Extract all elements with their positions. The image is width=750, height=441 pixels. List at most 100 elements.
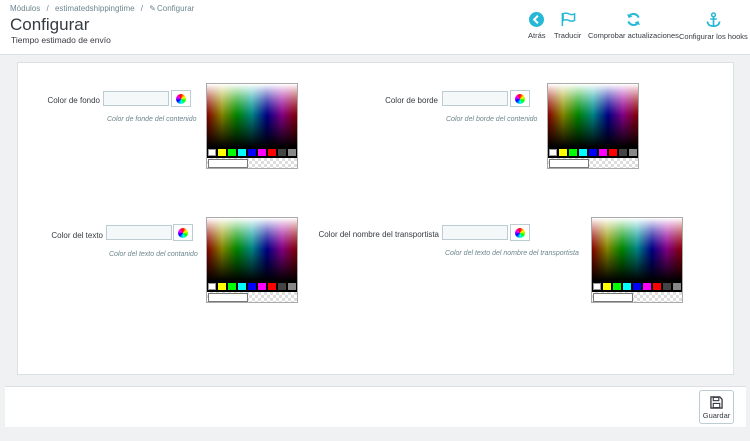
color-gradient[interactable] <box>207 84 297 147</box>
color-preview-box <box>208 293 248 302</box>
color-swatch[interactable] <box>278 283 286 290</box>
color-swatch[interactable] <box>258 149 266 156</box>
carrier-color-input[interactable] <box>442 225 508 240</box>
carrier-color-label: Color del nombre del transportista <box>318 230 439 239</box>
color-swatch[interactable] <box>623 283 631 290</box>
color-gradient[interactable] <box>548 84 638 147</box>
anchor-icon <box>706 12 721 27</box>
color-swatch[interactable] <box>609 149 617 156</box>
color-swatch[interactable] <box>288 149 296 156</box>
color-wheel-icon <box>176 94 186 104</box>
color-swatch[interactable] <box>663 283 671 290</box>
color-swatch[interactable] <box>208 149 216 156</box>
color-swatch[interactable] <box>579 149 587 156</box>
color-swatch[interactable] <box>593 283 601 290</box>
back-icon <box>529 12 545 27</box>
color-swatch[interactable] <box>613 283 621 290</box>
save-button[interactable]: Guardar <box>699 390 734 424</box>
color-swatch[interactable] <box>569 149 577 156</box>
background-color-input[interactable] <box>103 91 169 106</box>
background-color-label: Color de fondo <box>47 96 100 105</box>
page-title: Configurar <box>10 15 90 34</box>
text-color-label: Color del texto <box>51 231 103 240</box>
breadcrumb-modules[interactable]: Módulos <box>10 4 40 13</box>
background-color-picker-button[interactable] <box>171 90 191 107</box>
page-header: Módulos / estimatedshippingtime / ✎Confi… <box>0 0 750 55</box>
wrench-icon: ✎ <box>149 4 156 13</box>
color-preview-box <box>593 293 633 302</box>
color-swatch[interactable] <box>599 149 607 156</box>
color-swatch[interactable] <box>603 283 611 290</box>
color-preview <box>548 158 638 168</box>
color-swatch[interactable] <box>248 283 256 290</box>
color-swatch[interactable] <box>673 283 681 290</box>
color-preview <box>592 292 682 302</box>
color-swatch[interactable] <box>228 149 236 156</box>
color-swatch[interactable] <box>288 283 296 290</box>
color-wheel-icon <box>515 94 525 104</box>
breadcrumb: Módulos / estimatedshippingtime / ✎Confi… <box>10 4 202 13</box>
color-swatch[interactable] <box>218 149 226 156</box>
color-preview-box <box>549 159 589 168</box>
background-color-picker[interactable] <box>206 83 298 169</box>
floppy-disk-icon <box>710 396 723 409</box>
border-color-label: Color de borde <box>385 96 438 105</box>
text-color-picker[interactable] <box>206 217 298 303</box>
color-swatch[interactable] <box>208 283 216 290</box>
color-swatch[interactable] <box>643 283 651 290</box>
configure-hooks-button[interactable]: Configurar los hooks <box>679 12 748 41</box>
color-preview <box>207 292 297 302</box>
border-color-input[interactable] <box>442 91 508 106</box>
configure-hooks-label: Configurar los hooks <box>679 32 748 41</box>
color-preview-box <box>208 159 248 168</box>
color-swatch[interactable] <box>549 149 557 156</box>
breadcrumb-separator: / <box>140 4 144 13</box>
border-color-picker-button[interactable] <box>510 90 530 107</box>
border-color-help: Color del borde del contenido <box>446 116 538 123</box>
color-swatches[interactable] <box>207 282 297 291</box>
flag-icon <box>561 12 575 27</box>
color-swatches[interactable] <box>592 282 682 291</box>
translate-label: Traducir <box>554 31 582 40</box>
background-color-help: Color de fonde del contenido <box>107 116 197 123</box>
color-preview <box>207 158 297 168</box>
color-swatch[interactable] <box>268 149 276 156</box>
text-color-help: Color del texto del contanido <box>109 251 198 258</box>
breadcrumb-current: ✎Configurar <box>149 4 195 13</box>
color-swatch[interactable] <box>589 149 597 156</box>
breadcrumb-module[interactable]: estimatedshippingtime <box>55 4 135 13</box>
carrier-color-help: Color del texto del nombre del transport… <box>445 250 579 257</box>
color-swatch[interactable] <box>268 283 276 290</box>
border-color-picker[interactable] <box>547 83 639 169</box>
translate-button[interactable]: Traducir <box>554 12 581 40</box>
text-color-input[interactable] <box>106 225 172 240</box>
color-swatch[interactable] <box>653 283 661 290</box>
color-gradient[interactable] <box>207 218 297 281</box>
color-swatch[interactable] <box>258 283 266 290</box>
color-swatch[interactable] <box>238 149 246 156</box>
text-color-picker-button[interactable] <box>173 224 193 241</box>
color-gradient[interactable] <box>592 218 682 281</box>
color-wheel-icon <box>515 228 525 238</box>
back-button[interactable]: Atrás <box>528 12 546 40</box>
color-swatch[interactable] <box>228 283 236 290</box>
color-swatch[interactable] <box>218 283 226 290</box>
color-swatch[interactable] <box>619 149 627 156</box>
color-swatches[interactable] <box>207 148 297 157</box>
color-swatch[interactable] <box>629 149 637 156</box>
check-updates-button[interactable]: Comprobar actualizaciones <box>588 12 679 40</box>
page-subtitle: Tiempo estimado de envío <box>11 35 111 45</box>
color-swatch[interactable] <box>278 149 286 156</box>
color-wheel-icon <box>178 228 188 238</box>
color-swatch[interactable] <box>633 283 641 290</box>
carrier-color-picker[interactable] <box>591 217 683 303</box>
color-swatches[interactable] <box>548 148 638 157</box>
refresh-icon <box>626 13 640 26</box>
breadcrumb-separator: / <box>46 4 49 13</box>
color-swatch[interactable] <box>559 149 567 156</box>
back-label: Atrás <box>528 31 546 40</box>
color-swatch[interactable] <box>248 149 256 156</box>
color-swatch[interactable] <box>238 283 246 290</box>
carrier-color-picker-button[interactable] <box>510 224 530 241</box>
form-footer <box>5 386 746 427</box>
